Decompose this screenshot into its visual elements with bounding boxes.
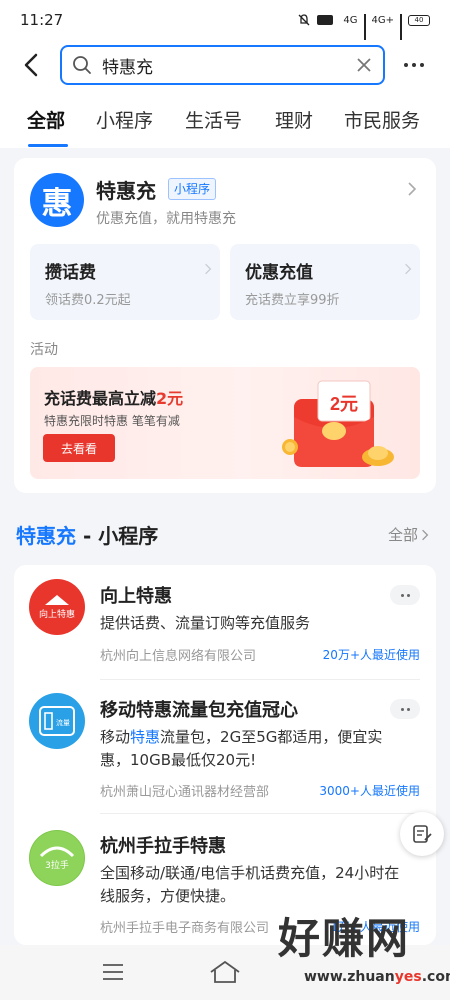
list-item[interactable]: 流量 移动特惠流量包充值冠心 移动特惠流量包，2G至5G都适用，便宜实惠，10G…	[14, 680, 436, 810]
mini-program-logo: 3拉手	[29, 830, 85, 886]
status-bar: 11:27 4G 4G+ 40	[0, 0, 450, 44]
service-subtitle: 充话费立享99折	[245, 293, 340, 308]
mini-program-org: 杭州手拉手电子商务有限公司	[100, 921, 270, 936]
watermark-url: www.zhuanyes.com	[304, 969, 450, 985]
svg-text:3拉手: 3拉手	[45, 859, 69, 871]
chevron-right-icon	[422, 529, 429, 540]
promo-go-button[interactable]: 去看看	[43, 434, 115, 462]
tab-life-accounts[interactable]: 生活号	[185, 106, 242, 133]
app-logo[interactable]: 惠	[30, 173, 84, 227]
mini-program-desc: 全国移动/联通/电信手机话费充值，24小时在线服务，方便快捷。	[100, 864, 400, 905]
tab-all[interactable]: 全部	[27, 106, 65, 133]
search-header: 特惠充	[0, 40, 450, 92]
svg-text:向上特惠: 向上特惠	[39, 608, 75, 620]
mini-program-list: 向上特惠 向上特惠 提供话费、流量订购等充值服务 杭州向上信息网络有限公司 20…	[14, 565, 436, 945]
search-query[interactable]: 特惠充	[102, 53, 355, 78]
mini-program-users: 20万+人最近使用	[322, 648, 420, 662]
network-4g-label: 4G	[343, 14, 358, 26]
mini-program-desc: 移动特惠流量包，2G至5G都适用，便宜实惠，10GB最低仅20元!	[100, 728, 383, 769]
mini-program-org: 杭州萧山冠心通讯器材经营部	[100, 785, 270, 800]
feedback-button[interactable]	[400, 812, 444, 856]
service-title: 攒话费	[45, 263, 96, 283]
service-earn-credit[interactable]: 攒话费 领话费0.2元起	[30, 244, 220, 320]
active-tab-indicator	[28, 144, 68, 147]
home-icon[interactable]	[208, 960, 242, 984]
tab-mini-programs[interactable]: 小程序	[96, 106, 153, 133]
mini-program-name: 移动特惠流量包充值冠心	[100, 700, 298, 721]
divider	[100, 813, 420, 814]
mini-program-users: 3000+人最近使用	[319, 784, 420, 798]
app-name[interactable]: 特惠充	[96, 175, 156, 204]
red-envelope-icon: 2元	[282, 380, 394, 467]
promo-banner[interactable]: 充话费最高立减2元 特惠充限时特惠 笔笔有减 去看看 2元	[30, 367, 420, 479]
mini-program-logo: 流量	[29, 693, 85, 749]
mute-icon	[298, 14, 310, 26]
app-result-card: 惠 特惠充 小程序 优惠充值，就用特惠充 攒话费 领话费0.2元起 优惠充值 充…	[14, 158, 436, 493]
service-title: 优惠充值	[245, 263, 313, 283]
promo-amount: 2元	[156, 389, 184, 408]
status-time: 11:27	[20, 11, 64, 29]
activity-label: 活动	[30, 342, 58, 358]
more-options-icon[interactable]	[390, 585, 420, 605]
mini-program-org: 杭州向上信息网络有限公司	[100, 649, 257, 664]
category-tabs: 全部 小程序 生活号 理财 市民服务	[0, 92, 450, 148]
promo-subtitle: 特惠充限时特惠 笔笔有减	[44, 414, 180, 428]
clipboard-edit-icon	[413, 825, 432, 843]
search-icon	[73, 56, 91, 74]
chevron-right-icon[interactable]	[407, 181, 417, 197]
site-watermark: 好赚网 www.zhuanyes.com	[278, 905, 450, 995]
search-input[interactable]: 特惠充	[60, 45, 385, 85]
tab-finance[interactable]: 理财	[275, 106, 313, 133]
svg-text:流量: 流量	[56, 718, 70, 727]
network-4gplus-label: 4G+	[371, 14, 395, 26]
close-icon[interactable]	[355, 56, 373, 74]
mini-program-name: 杭州手拉手特惠	[100, 836, 226, 857]
watermark-logo-text: 好赚网	[278, 914, 411, 963]
service-discount-recharge[interactable]: 优惠充值 充话费立享99折	[230, 244, 420, 320]
chevron-right-icon	[405, 263, 412, 275]
more-options-icon[interactable]	[390, 699, 420, 719]
coupon-amount: 2元	[330, 394, 358, 414]
mini-program-logo: 向上特惠	[29, 579, 85, 635]
signal-icon-2	[400, 14, 402, 44]
see-all-link[interactable]: 全部	[388, 524, 429, 545]
hd-icon	[317, 15, 334, 25]
mini-program-desc: 提供话费、流量订购等充值服务	[100, 614, 311, 632]
tab-citizen-services[interactable]: 市民服务	[344, 106, 420, 133]
battery-icon: 40	[408, 14, 430, 26]
back-arrow-icon[interactable]	[18, 50, 46, 80]
more-options-icon[interactable]	[404, 57, 430, 73]
promo-title: 充话费最高立减2元	[44, 389, 184, 408]
status-icons: 4G 4G+ 40	[297, 13, 430, 44]
mini-program-section-title: 特惠充 - 小程序	[16, 524, 159, 548]
signal-icon	[363, 14, 366, 44]
service-subtitle: 领话费0.2元起	[45, 293, 131, 308]
app-description: 优惠充值，就用特惠充	[96, 211, 236, 227]
chevron-right-icon	[205, 263, 212, 275]
mini-program-badge: 小程序	[168, 178, 217, 200]
mini-program-name: 向上特惠	[100, 586, 172, 607]
menu-icon[interactable]	[102, 963, 124, 981]
list-item[interactable]: 向上特惠 向上特惠 提供话费、流量订购等充值服务 杭州向上信息网络有限公司 20…	[14, 565, 436, 677]
